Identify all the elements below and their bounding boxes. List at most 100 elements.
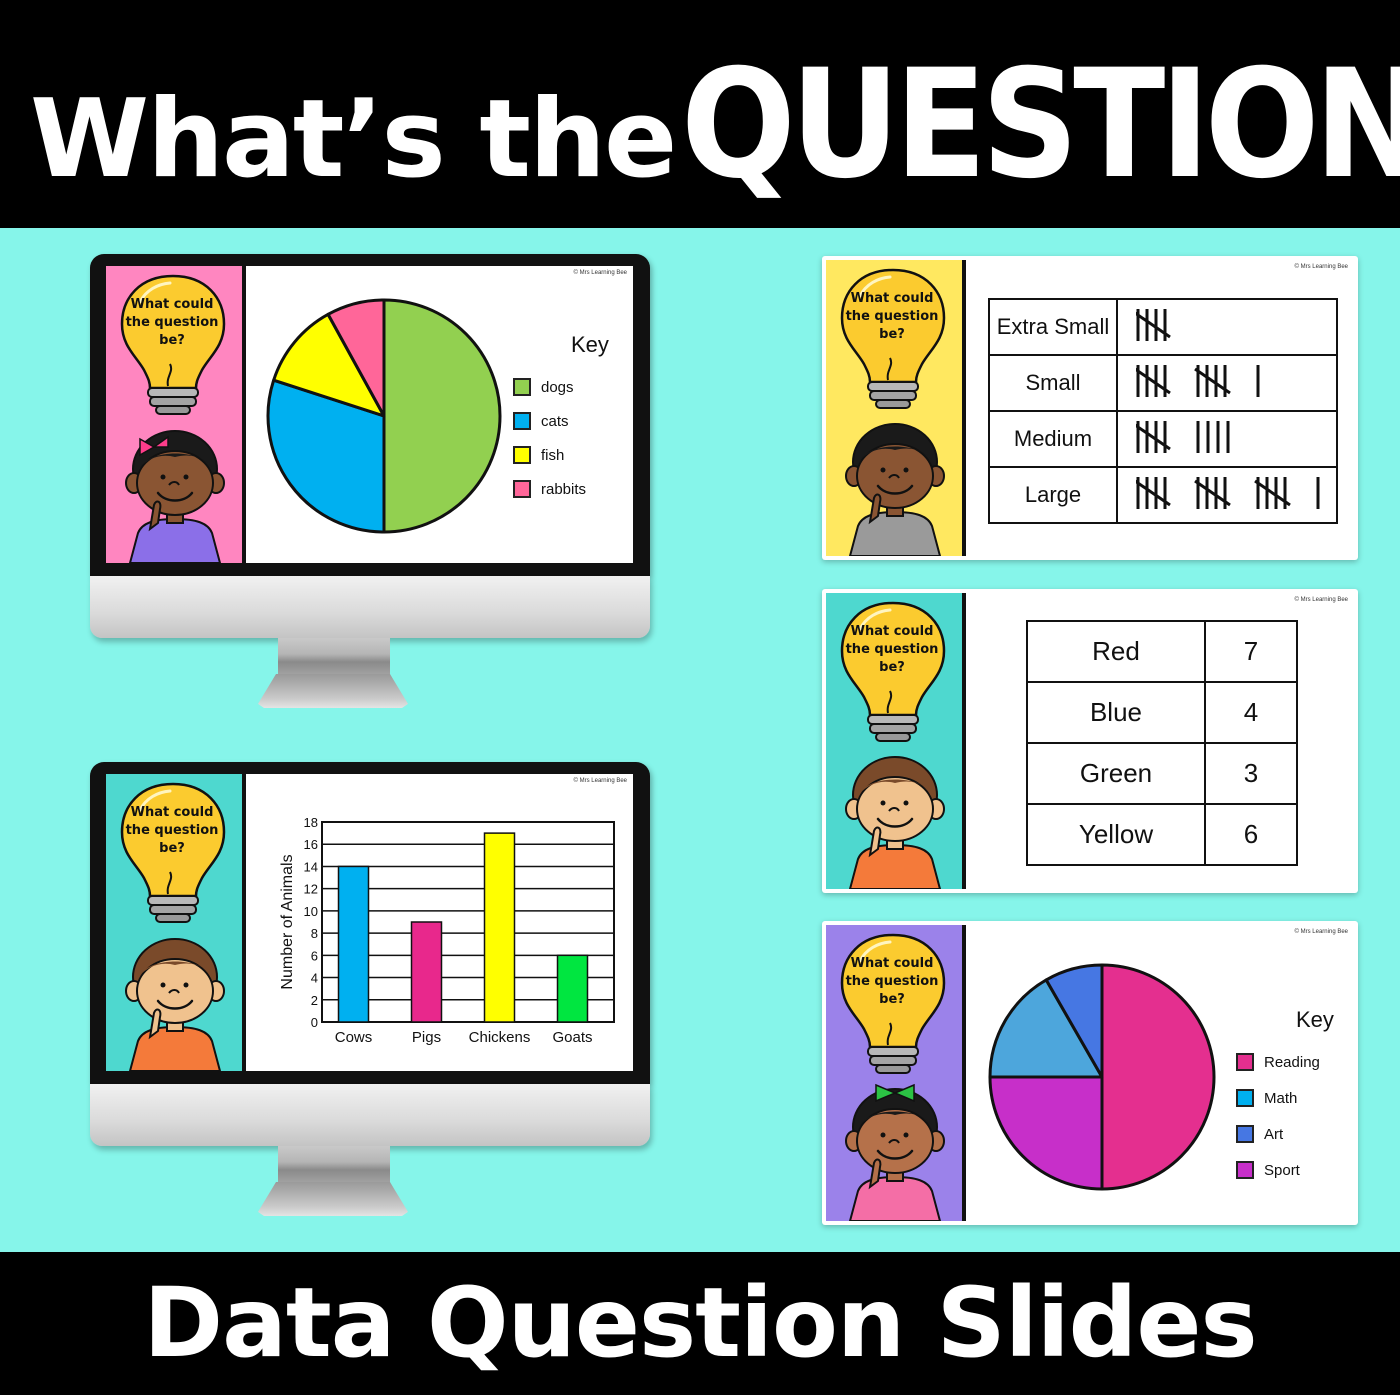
x-tick-label: Cows: [335, 1029, 373, 1046]
key-item-reading: Reading: [1236, 1053, 1320, 1071]
y-tick-label: 10: [304, 904, 318, 919]
side-panel: What could the question be?: [826, 925, 966, 1221]
pie-slice-reading: [1100, 963, 1216, 1191]
prompt-line: the question: [845, 309, 939, 324]
key-swatch: [513, 412, 531, 430]
y-tick-label: 6: [311, 948, 318, 963]
tally-table: Extra Small Small Medium Large: [988, 298, 1338, 524]
prompt-line: What could: [850, 291, 934, 306]
colour-cell: Red: [1026, 620, 1206, 683]
colour-cell: Blue: [1026, 681, 1206, 744]
tally-cell: [1116, 298, 1338, 356]
y-tick-label: 2: [311, 993, 318, 1008]
key-label: fish: [541, 446, 565, 464]
tally-cell: [1116, 466, 1338, 524]
monitor-stand-foot: [258, 674, 408, 708]
y-tick-label: 8: [311, 926, 318, 941]
bulb-prompt: What could the question be?: [840, 290, 944, 344]
tally-marks: [1134, 420, 1230, 453]
pie-slice-dogs: [382, 298, 502, 534]
y-tick-label: 14: [304, 859, 318, 874]
key-swatch: [1236, 1053, 1254, 1071]
colour-cell: Green: [1026, 742, 1206, 805]
monitor-chin: [90, 1084, 650, 1146]
key-item-art: Art: [1236, 1125, 1283, 1143]
y-axis-label: Number of Animals: [279, 854, 296, 989]
x-tick-label: Pigs: [412, 1029, 441, 1046]
monitor-stand-neck: [278, 1146, 390, 1186]
bar-pigs: [410, 921, 443, 1023]
headline-part2: QUESTION?: [680, 38, 1400, 212]
bulb-prompt: What could the question be?: [840, 955, 944, 1009]
child-thinking-icon: [845, 423, 945, 556]
x-tick-label: Chickens: [469, 1029, 531, 1046]
table-row: Extra Small: [988, 298, 1338, 356]
key-label: Sport: [1264, 1161, 1300, 1179]
count-cell: 3: [1204, 742, 1298, 805]
footer-subtitle: Data Question Slides: [143, 1267, 1257, 1379]
slide-size-tally: What could the question be? © Mrs Learning…: [826, 260, 1354, 556]
key-title: Key: [571, 332, 609, 357]
prompt-line: What could: [130, 805, 214, 820]
prompt-line: What could: [130, 297, 214, 312]
side-panel: What could the question be?: [826, 260, 966, 556]
key-item-math: Math: [1236, 1089, 1297, 1107]
card-size-tally: What could the question be? © Mrs Learning…: [822, 256, 1358, 560]
child-thinking-icon: [845, 1083, 945, 1221]
colour-table: Red 7 Blue 4 Green 3 Yellow 6: [1026, 620, 1298, 866]
key-title: Key: [1296, 1007, 1334, 1032]
table-row: Small: [988, 354, 1338, 412]
prompt-line: the question: [125, 315, 219, 330]
x-tick-label: Goats: [552, 1029, 592, 1046]
side-panel: What could the question be?: [106, 266, 246, 563]
prompt-line: be?: [879, 660, 905, 675]
key-item-cats: cats: [513, 412, 569, 430]
copyright: © Mrs Learning Bee: [1294, 597, 1348, 603]
tally-cell: [1116, 410, 1338, 468]
table-row: Blue 4: [1026, 681, 1298, 744]
y-tick-label: 18: [304, 815, 318, 830]
bar-cows: [337, 865, 370, 1023]
key-label: Art: [1264, 1125, 1284, 1143]
count-cell: 7: [1204, 620, 1298, 683]
key-label: Math: [1264, 1089, 1298, 1107]
prompt-line: What could: [850, 956, 934, 971]
copyright: © Mrs Learning Bee: [1294, 264, 1348, 270]
key-label: cats: [541, 412, 569, 430]
key-swatch: [513, 480, 531, 498]
slide-farm-bar: What could the question be? © Mrs Learning…: [106, 774, 633, 1071]
count-cell: 4: [1204, 681, 1298, 744]
y-tick-label: 12: [304, 882, 318, 897]
child-thinking-icon: [125, 430, 225, 563]
prompt-line: be?: [879, 992, 905, 1007]
pie-chart: [266, 298, 502, 534]
y-tick-label: 4: [311, 971, 318, 986]
key-swatch: [513, 446, 531, 464]
prompt-line: be?: [159, 333, 185, 348]
table-row: Medium: [988, 410, 1338, 468]
slide-subjects-pie: What could the question be? © Mrs Learning…: [826, 925, 1354, 1221]
table-row: Yellow 6: [1026, 803, 1298, 866]
copyright: © Mrs Learning Bee: [573, 270, 627, 276]
prompt-line: the question: [845, 642, 939, 657]
table-row: Green 3: [1026, 742, 1298, 805]
header-banner: What’s the QUESTION?: [0, 0, 1400, 228]
headline: What’s the QUESTION?: [30, 38, 1400, 212]
side-panel: What could the question be?: [106, 774, 246, 1071]
slide-colour-table: What could the question be? © Mrs Learning…: [826, 593, 1354, 889]
bulb-prompt: What could the question be?: [120, 804, 224, 858]
category-cell: Small: [988, 354, 1118, 412]
key-item-rabbits: rabbits: [513, 480, 586, 498]
key-label: dogs: [541, 378, 574, 396]
monitor-chin: [90, 576, 650, 638]
slide-pets-pie: What could the question be? © Mrs Learning…: [106, 266, 633, 563]
bar-chickens: [483, 832, 516, 1023]
headline-part1: What’s the: [30, 77, 677, 202]
colour-cell: Yellow: [1026, 803, 1206, 866]
category-cell: Medium: [988, 410, 1118, 468]
monitor-stand-foot: [258, 1182, 408, 1216]
tally-marks: [1134, 364, 1260, 397]
prompt-line: be?: [879, 327, 905, 342]
pie-slice-sport: [988, 1075, 1104, 1191]
tally-cell: [1116, 354, 1338, 412]
